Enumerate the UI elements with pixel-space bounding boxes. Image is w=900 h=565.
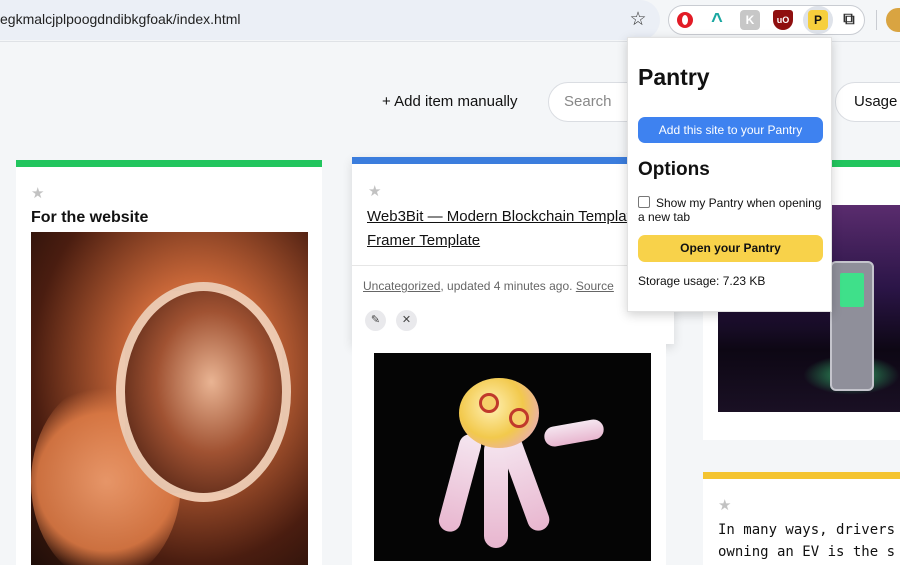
usage-button[interactable]: Usage <box>835 82 900 122</box>
url-text[interactable]: egkmalcjplpoogdndibkgfoak/index.html <box>0 11 240 27</box>
updated-text: , updated 4 minutes ago. <box>440 279 576 293</box>
k-extension-icon[interactable]: K <box>740 10 760 30</box>
image-tentacle <box>436 431 484 535</box>
star-outline-icon[interactable]: ☆ <box>627 9 649 31</box>
category-link[interactable]: Uncategorized <box>363 279 440 293</box>
card-image <box>31 232 308 565</box>
card-accent-bar <box>16 160 322 167</box>
card-divider <box>352 265 674 266</box>
arch-icon[interactable]: ^ <box>707 10 727 32</box>
toolbar-divider <box>876 10 877 30</box>
item-card[interactable]: ★ For the website <box>16 160 322 565</box>
ublock-icon[interactable]: uO <box>773 10 793 30</box>
card-accent-bar <box>352 157 674 164</box>
edit-icon[interactable]: ✎ <box>365 310 386 331</box>
address-bar[interactable]: egkmalcjplpoogdndibkgfoak/index.html ☆ <box>0 0 660 40</box>
card-meta: Uncategorized, updated 4 minutes ago. So… <box>363 279 614 293</box>
star-icon[interactable]: ★ <box>368 182 381 200</box>
source-link[interactable]: Source <box>576 279 614 293</box>
add-item-button[interactable]: + Add item manually <box>382 93 518 110</box>
image-mirror <box>116 282 291 502</box>
image-eye <box>479 393 499 413</box>
pantry-popup: Pantry Add this site to your Pantry Opti… <box>627 37 832 312</box>
show-pantry-label[interactable]: Show my Pantry when opening a new tab <box>638 196 821 224</box>
item-card[interactable]: ★ In many ways, drivers owning an EV is … <box>703 472 900 565</box>
card-text-line: owning an EV is the s <box>718 544 896 560</box>
pantry-extension-icon: P <box>808 10 828 30</box>
close-icon[interactable]: ✕ <box>396 310 417 331</box>
image-charger-screen <box>840 273 864 307</box>
puzzle-icon[interactable]: ⧉ <box>839 10 859 30</box>
extension-tray: ^ K uO P ⧉ <box>668 5 865 35</box>
item-card[interactable] <box>352 344 666 565</box>
open-pantry-button[interactable]: Open your Pantry <box>638 235 823 262</box>
popup-title: Pantry <box>638 64 710 90</box>
card-title-link[interactable]: Web3Bit — Modern Blockchain Template — F… <box>367 205 667 253</box>
card-title: For the website <box>31 209 149 226</box>
card-image <box>374 353 651 561</box>
avatar[interactable] <box>886 8 900 32</box>
image-tentacle <box>542 417 606 449</box>
options-heading: Options <box>638 159 710 180</box>
item-card-hovered[interactable]: ★ Web3Bit — Modern Blockchain Template —… <box>352 157 674 344</box>
show-pantry-checkbox[interactable] <box>638 196 650 208</box>
image-ev-charger <box>830 261 874 391</box>
card-text: In many ways, drivers owning an EV is th… <box>718 519 900 563</box>
show-pantry-option[interactable]: Show my Pantry when opening a new tab <box>638 196 828 224</box>
add-site-button[interactable]: Add this site to your Pantry <box>638 117 823 143</box>
image-eye <box>509 408 529 428</box>
storage-usage: Storage usage: 7.23 KB <box>638 274 766 288</box>
opera-icon[interactable] <box>675 10 695 30</box>
star-icon[interactable]: ★ <box>31 184 44 202</box>
star-icon[interactable]: ★ <box>718 496 731 514</box>
pantry-extension-button[interactable]: P <box>803 6 833 34</box>
card-text-line: In many ways, drivers <box>718 522 896 538</box>
card-accent-bar <box>703 472 900 479</box>
